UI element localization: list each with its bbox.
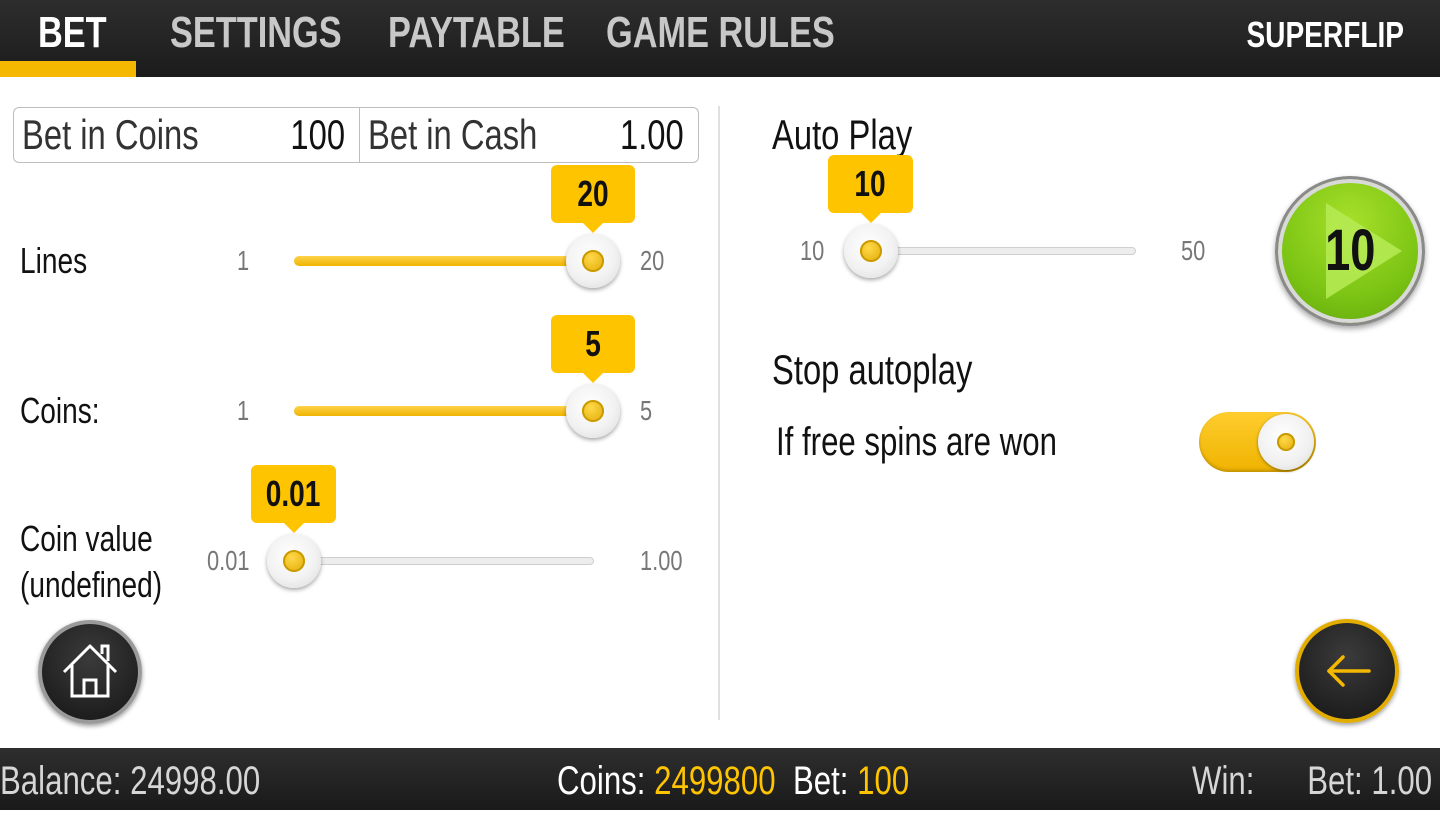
autoplay-track[interactable] bbox=[872, 247, 1136, 255]
bet-cash-display: Bet: 1.00 bbox=[1272, 748, 1432, 810]
stop-autoplay-title: Stop autoplay bbox=[772, 346, 973, 393]
coin-value-label: Coin value bbox=[20, 518, 153, 559]
free-spins-toggle[interactable] bbox=[1199, 412, 1316, 472]
autoplay-title: Auto Play bbox=[772, 111, 913, 158]
lines-max: 20 bbox=[640, 245, 665, 276]
bet-summary-box: Bet in Coins 100 Bet in Cash 1.00 bbox=[13, 107, 699, 163]
home-icon bbox=[62, 644, 118, 698]
bottom-status-bar: Balance: 24998.00 Coins: 2499800 Bet: 10… bbox=[0, 748, 1440, 810]
coins-value-bubble: 5 bbox=[551, 315, 635, 383]
free-spins-option-label: If free spins are won bbox=[776, 420, 1057, 464]
lines-value-bubble: 20 bbox=[551, 165, 635, 233]
lines-min: 1 bbox=[237, 245, 250, 276]
autoplay-min: 10 bbox=[800, 235, 825, 266]
bottom-bet-value: 100 bbox=[857, 759, 910, 803]
coins-fill bbox=[294, 406, 594, 416]
autoplay-start-button[interactable]: 10 bbox=[1275, 176, 1425, 326]
bottom-bet-cash-label: Bet: bbox=[1307, 759, 1363, 803]
coins-label: Coins: bbox=[20, 390, 100, 431]
bet-in-coins-value: 100 bbox=[290, 111, 345, 158]
coin-value-min: 0.01 bbox=[207, 545, 250, 576]
bet-in-cash-value: 1.00 bbox=[620, 111, 684, 158]
coins-min: 1 bbox=[237, 395, 250, 426]
tab-paytable[interactable]: PAYTABLE bbox=[388, 0, 615, 77]
balance-label: Balance: bbox=[0, 759, 122, 803]
lines-slider-handle[interactable] bbox=[566, 234, 620, 288]
autoplay-max: 50 bbox=[1181, 235, 1206, 266]
autoplay-slider-handle[interactable] bbox=[844, 224, 898, 278]
active-tab-indicator bbox=[0, 61, 136, 77]
toggle-knob bbox=[1258, 414, 1314, 470]
bet-in-coins-label: Bet in Coins bbox=[22, 111, 199, 158]
coins-max: 5 bbox=[640, 395, 653, 426]
arrow-left-icon bbox=[1327, 655, 1371, 687]
autoplay-value-bubble: 10 bbox=[828, 155, 913, 223]
tab-game-rules[interactable]: GAME RULES bbox=[606, 0, 899, 77]
coin-value-bubble: 0.01 bbox=[251, 465, 336, 533]
panel-divider bbox=[718, 106, 720, 720]
bottom-coins-label: Coins: bbox=[557, 759, 646, 803]
coin-value-sublabel: (undefined) bbox=[20, 564, 163, 605]
bottom-bet-label: Bet: bbox=[792, 759, 849, 803]
bet-box-divider bbox=[359, 108, 360, 162]
bottom-coins-value: 2499800 bbox=[654, 759, 776, 803]
top-nav: BET SETTINGS PAYTABLE GAME RULES SUPERFL… bbox=[0, 0, 1440, 77]
win-display: Win: bbox=[1192, 759, 1255, 803]
lines-label: Lines bbox=[20, 240, 88, 281]
coin-value-max: 1.00 bbox=[640, 545, 683, 576]
coins-slider-handle[interactable] bbox=[566, 384, 620, 438]
brand-logo: SUPERFLIP bbox=[1246, 14, 1404, 55]
balance-display: Balance: 24998.00 bbox=[0, 748, 334, 810]
coin-value-track[interactable] bbox=[294, 557, 594, 565]
balance-value: 24998.00 bbox=[130, 759, 261, 803]
autoplay-count: 10 bbox=[1324, 218, 1376, 283]
bet-in-cash-label: Bet in Cash bbox=[368, 111, 538, 158]
tab-settings[interactable]: SETTINGS bbox=[170, 0, 390, 77]
home-button[interactable] bbox=[38, 620, 142, 724]
bottom-bet-cash-value: 1.00 bbox=[1371, 759, 1432, 803]
coins-bet-display: Coins: 2499800 Bet: 100 bbox=[557, 748, 1009, 810]
coin-value-slider-handle[interactable] bbox=[267, 534, 321, 588]
back-button[interactable] bbox=[1295, 619, 1399, 723]
lines-fill bbox=[294, 256, 594, 266]
